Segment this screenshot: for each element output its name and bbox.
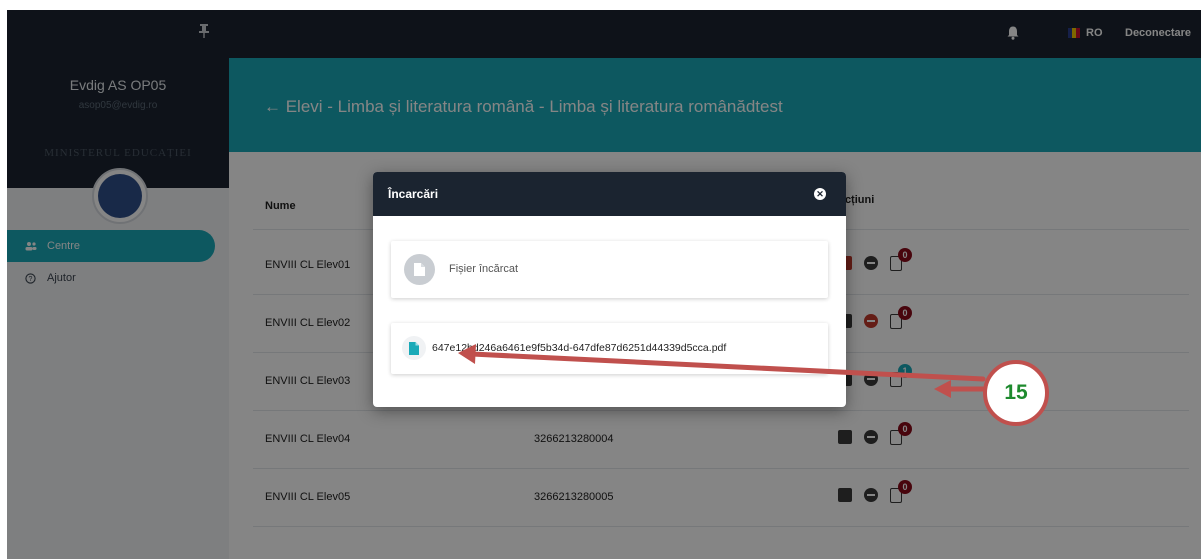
step-number-badge: 15	[983, 360, 1049, 426]
annotation-arrows	[458, 344, 986, 398]
app-root: Evdig AS OP05 asop05@evdig.ro MINISTERUL…	[0, 0, 1201, 559]
